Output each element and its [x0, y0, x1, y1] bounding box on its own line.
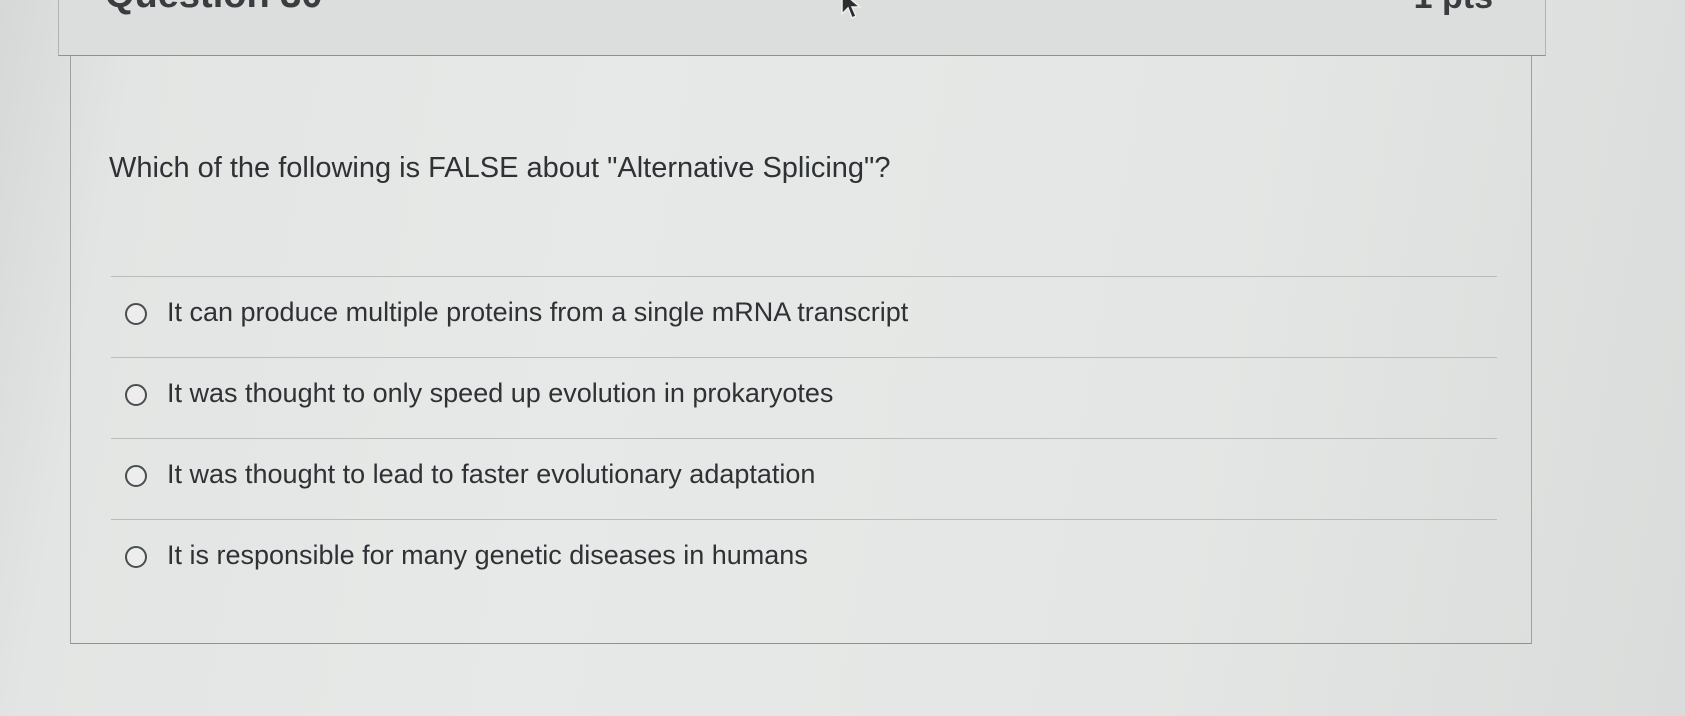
radio-button[interactable] [125, 384, 147, 406]
answer-label[interactable]: It can produce multiple proteins from a … [167, 297, 908, 328]
radio-button[interactable] [125, 546, 147, 568]
radio-button[interactable] [125, 303, 147, 325]
question-text: Which of the following is FALSE about "A… [109, 152, 891, 184]
question-card: Which of the following is FALSE about "A… [70, 56, 1532, 644]
answer-option[interactable]: It was thought to only speed up evolutio… [111, 358, 1497, 438]
answer-label[interactable]: It was thought to lead to faster evoluti… [167, 459, 815, 490]
question-header: Question 30 1 pts [58, 0, 1546, 56]
points-label: 1 pts [1414, 0, 1493, 17]
answer-option[interactable]: It can produce multiple proteins from a … [111, 277, 1497, 357]
question-number: Question 30 [105, 0, 323, 17]
answer-list: It can produce multiple proteins from a … [111, 276, 1497, 600]
answer-option[interactable]: It is responsible for many genetic disea… [111, 520, 1497, 600]
mouse-cursor-icon [841, 0, 862, 20]
radio-button[interactable] [125, 465, 147, 487]
answer-label[interactable]: It was thought to only speed up evolutio… [167, 378, 833, 409]
answer-option[interactable]: It was thought to lead to faster evoluti… [111, 439, 1497, 519]
answer-label[interactable]: It is responsible for many genetic disea… [167, 540, 808, 571]
